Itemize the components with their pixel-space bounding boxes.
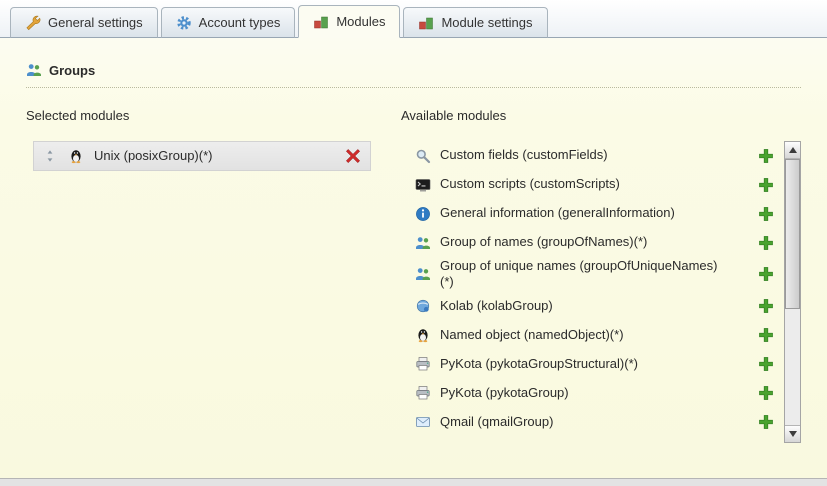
group-icon	[415, 266, 431, 282]
kolab-icon	[415, 298, 431, 314]
available-module-name: Named object (namedObject)(*)	[440, 327, 624, 343]
add-module-button[interactable]	[757, 355, 775, 373]
add-icon	[758, 266, 774, 282]
printer-icon	[415, 385, 431, 401]
available-module-name: Kolab (kolabGroup)	[440, 298, 553, 314]
add-module-button[interactable]	[757, 326, 775, 344]
available-module-row: Group of unique names (groupOfUniqueName…	[401, 257, 775, 292]
available-module-row: Custom fields (customFields)	[401, 141, 775, 170]
add-module-button[interactable]	[757, 176, 775, 194]
modules-blocks-icon	[313, 14, 329, 30]
available-module-row: Group of names (groupOfNames)(*)	[401, 228, 775, 257]
tab-label: Modules	[336, 14, 385, 29]
add-icon	[758, 385, 774, 401]
available-module-row: PyKota (pykotaGroupStructural)(*)	[401, 350, 775, 379]
available-module-row: Named object (namedObject)(*)	[401, 321, 775, 350]
settings-page: General settings Account types Modules M…	[0, 0, 827, 479]
available-module-name: Custom scripts (customScripts)	[440, 176, 620, 192]
add-icon	[758, 414, 774, 430]
move-handle-icon[interactable]	[42, 148, 58, 164]
modules-columns: Selected modules Unix (posixGroup)(*) Av…	[26, 108, 801, 443]
group-icon	[26, 62, 42, 78]
available-modules-label: Available modules	[401, 108, 801, 123]
available-module-row: Custom scripts (customScripts)	[401, 170, 775, 199]
available-module-name: Custom fields (customFields)	[440, 147, 608, 163]
terminal-icon	[415, 177, 431, 193]
scrollbar-thumb[interactable]	[785, 159, 800, 309]
remove-module-button[interactable]	[344, 147, 362, 165]
selected-modules-column: Selected modules Unix (posixGroup)(*)	[26, 108, 401, 443]
available-modules-list: Custom fields (customFields) Custom scrip…	[401, 141, 775, 437]
selected-modules-list: Unix (posixGroup)(*)	[26, 141, 401, 171]
selected-modules-label: Selected modules	[26, 108, 401, 123]
tux-icon	[415, 327, 431, 343]
add-module-button[interactable]	[757, 297, 775, 315]
info-icon	[415, 206, 431, 222]
tab-label: Account types	[199, 15, 281, 30]
add-icon	[758, 356, 774, 372]
add-module-button[interactable]	[757, 413, 775, 431]
available-module-row: PyKota (pykotaGroup)	[401, 379, 775, 408]
available-module-name: PyKota (pykotaGroupStructural)(*)	[440, 356, 638, 372]
available-modules-wrap: Custom fields (customFields) Custom scrip…	[401, 141, 801, 443]
magnifier-icon	[415, 148, 431, 164]
available-module-name: Qmail (qmailGroup)	[440, 414, 553, 430]
tux-icon	[68, 148, 84, 164]
add-icon	[758, 177, 774, 193]
available-module-name: Group of names (groupOfNames)(*)	[440, 234, 647, 250]
selected-module-row: Unix (posixGroup)(*)	[33, 141, 371, 171]
tab-account-types[interactable]: Account types	[161, 7, 296, 38]
add-module-button[interactable]	[757, 147, 775, 165]
groups-section-title: Groups	[26, 62, 801, 88]
arrow-down-icon	[789, 431, 797, 437]
available-module-name: Group of unique names (groupOfUniqueName…	[440, 258, 720, 291]
add-module-button[interactable]	[757, 234, 775, 252]
selected-module-name: Unix (posixGroup)(*)	[94, 148, 212, 164]
tab-module-settings[interactable]: Module settings	[403, 7, 547, 38]
scroll-up-button[interactable]	[785, 142, 800, 159]
modules-blocks-icon	[418, 15, 434, 31]
delete-icon	[345, 148, 361, 164]
modules-panel: Groups Selected modules Unix (posixGroup…	[0, 38, 827, 443]
available-module-row: Kolab (kolabGroup)	[401, 292, 775, 321]
mail-icon	[415, 414, 431, 430]
add-module-button[interactable]	[757, 205, 775, 223]
available-module-row: Qmail (qmailGroup)	[401, 408, 775, 437]
printer-icon	[415, 356, 431, 372]
add-icon	[758, 206, 774, 222]
add-icon	[758, 148, 774, 164]
tab-modules[interactable]: Modules	[298, 5, 400, 38]
tab-general-settings[interactable]: General settings	[10, 7, 158, 38]
add-module-button[interactable]	[757, 384, 775, 402]
available-modules-scrollbar[interactable]	[784, 141, 801, 443]
tab-label: General settings	[48, 15, 143, 30]
add-module-button[interactable]	[757, 265, 775, 283]
add-icon	[758, 298, 774, 314]
scrollbar-track[interactable]	[785, 159, 800, 425]
arrow-up-icon	[789, 147, 797, 153]
tab-bar: General settings Account types Modules M…	[0, 0, 827, 38]
add-icon	[758, 327, 774, 343]
section-title-text: Groups	[49, 63, 95, 78]
available-module-row: General information (generalInformation)	[401, 199, 775, 228]
wrench-icon	[25, 15, 41, 31]
add-icon	[758, 235, 774, 251]
scroll-down-button[interactable]	[785, 425, 800, 442]
group-icon	[415, 235, 431, 251]
available-module-name: General information (generalInformation)	[440, 205, 675, 221]
gear-icon	[176, 15, 192, 31]
available-modules-column: Available modules Custom fields (customF…	[401, 108, 801, 443]
tab-label: Module settings	[441, 15, 532, 30]
available-module-name: PyKota (pykotaGroup)	[440, 385, 569, 401]
